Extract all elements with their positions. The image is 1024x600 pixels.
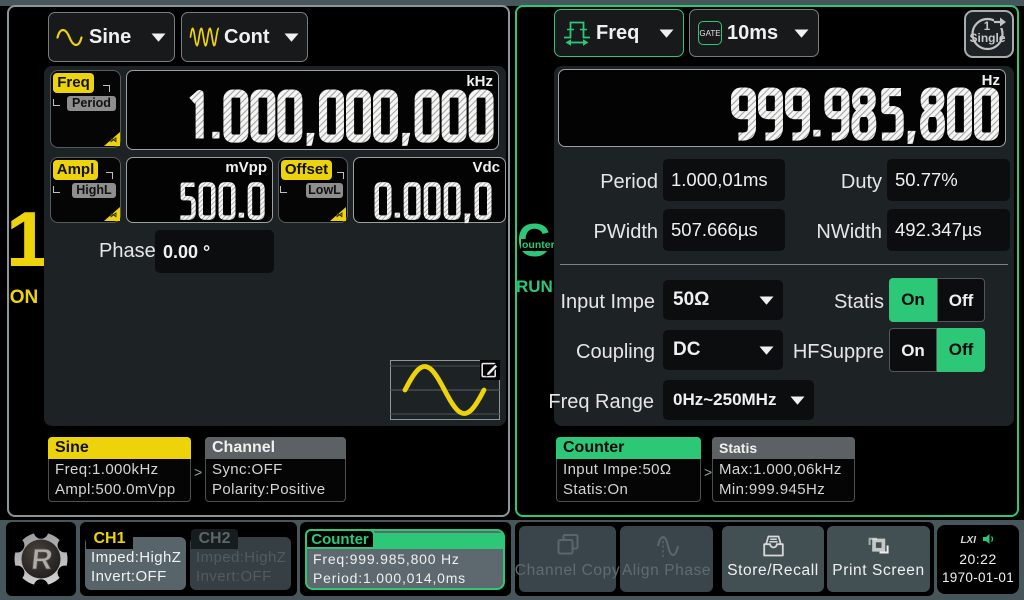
svg-text:R: R [30, 544, 54, 576]
svg-text:Single: Single [969, 31, 1005, 45]
